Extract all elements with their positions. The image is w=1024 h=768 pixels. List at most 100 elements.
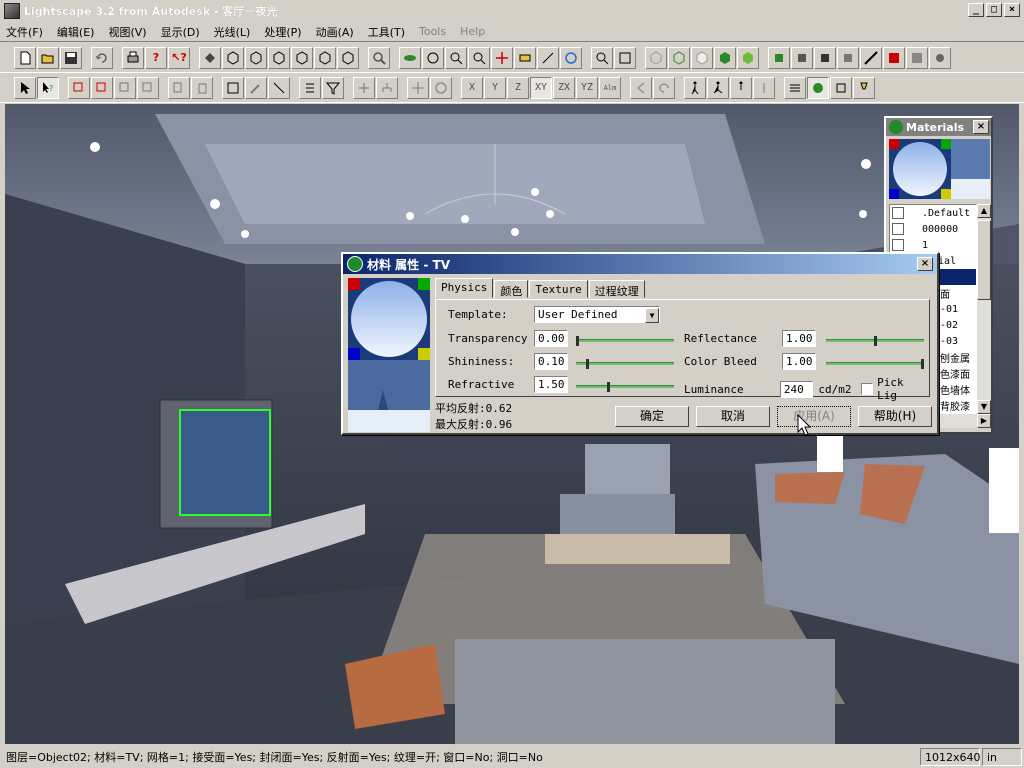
material-browser-button[interactable] [807,76,829,99]
luminance-input[interactable]: 240 [779,380,814,398]
layers-button[interactable] [768,46,790,69]
menu-file[interactable]: 文件(F) [6,24,43,40]
color-bleed-input[interactable]: 1.00 [782,353,816,370]
paste-button[interactable] [191,76,213,99]
chevron-down-icon[interactable]: ▼ [645,308,659,323]
tab-procedural-texture[interactable]: 过程纹理 [588,280,645,298]
menu-view[interactable]: 视图(V) [108,24,146,40]
menu-light[interactable]: 光线(L) [214,24,251,40]
materials-close-button[interactable]: × [973,120,989,134]
apply-button[interactable]: 应用(A) [777,406,851,427]
select-material-button[interactable] [137,76,159,99]
dialog-close-button[interactable]: × [917,257,933,271]
save-button[interactable] [60,46,82,69]
textured-button[interactable] [737,46,759,69]
zoom-in-button[interactable] [591,46,613,69]
help-button[interactable]: ? [145,46,167,69]
stand-mode-button[interactable] [753,76,775,99]
slider-thumb[interactable] [873,336,877,346]
minimize-button[interactable]: _ [968,3,984,17]
slider-thumb[interactable] [576,336,579,346]
walk-button[interactable] [514,46,536,69]
eye-button[interactable] [399,46,421,69]
step-mode-button[interactable] [730,76,752,99]
ok-button[interactable]: 确定 [615,406,689,427]
axis-x-button[interactable]: X [461,76,483,99]
menu-tools[interactable]: Tools [419,25,446,38]
scroll-thumb[interactable] [977,220,991,300]
hidden-line-button[interactable] [691,46,713,69]
select-button[interactable] [14,76,36,99]
shininess-slider[interactable] [576,359,674,369]
slider-thumb[interactable] [921,359,924,369]
open-file-button[interactable] [37,46,59,69]
refresh-button[interactable] [560,46,582,69]
move-button[interactable] [407,76,429,99]
layer-list-button[interactable] [784,76,806,99]
menu-help[interactable]: Help [460,25,485,38]
scroll-right-icon[interactable]: ▶ [977,414,991,428]
lights-button[interactable] [837,46,859,69]
plane-xy-button[interactable]: XY [530,76,552,99]
menu-animation[interactable]: 动画(A) [316,24,354,40]
materials-vertical-scrollbar[interactable]: ▲ ▼ [977,204,991,414]
pan-button[interactable] [491,46,513,69]
select-mesh-button[interactable] [91,76,113,99]
solid-button[interactable] [714,46,736,69]
menu-process[interactable]: 处理(P) [264,24,301,40]
cube-view-1-button[interactable] [222,46,244,69]
refractive-slider[interactable] [576,382,674,392]
zoom-button[interactable] [445,46,467,69]
measure-button[interactable] [860,46,882,69]
add-point-button[interactable] [353,76,375,99]
paint-button[interactable] [199,46,221,69]
back-button[interactable] [630,76,652,99]
run-mode-button[interactable] [707,76,729,99]
undo-button[interactable] [91,46,113,69]
block-browser-button[interactable] [830,76,852,99]
select-surface-button[interactable] [68,76,90,99]
plane-yz-button[interactable]: YZ [576,76,598,99]
tab-color[interactable]: 颜色 [494,280,529,298]
tab-texture[interactable]: Texture [529,280,588,298]
rotate-button[interactable] [430,76,452,99]
cube-view-4-button[interactable] [291,46,313,69]
light-browser-button[interactable] [853,76,875,99]
print-button[interactable] [122,46,144,69]
context-help-button[interactable]: ↖? [168,46,190,69]
cube-view-6-button[interactable] [337,46,359,69]
wireframe-button[interactable] [645,46,667,69]
cube-view-2-button[interactable] [245,46,267,69]
reflectance-input[interactable]: 1.00 [782,330,816,347]
list-item[interactable]: 000000 [890,221,976,237]
blocks-button[interactable] [791,46,813,69]
scroll-up-icon[interactable]: ▲ [977,204,991,218]
axis-z-button[interactable]: Z [507,76,529,99]
scroll-down-icon[interactable]: ▼ [977,400,991,414]
copy-button[interactable] [168,76,190,99]
transparency-input[interactable]: 0.00 [534,330,568,347]
select-box-button[interactable] [222,76,244,99]
menu-display[interactable]: 显示(D) [161,24,200,40]
materials-button[interactable] [814,46,836,69]
settings-button[interactable] [929,46,951,69]
cube-view-5-button[interactable] [314,46,336,69]
cube-view-3-button[interactable] [268,46,290,69]
tab-physics[interactable]: Physics [435,278,494,298]
new-file-button[interactable] [14,46,36,69]
pick-light-checkbox[interactable] [861,383,874,395]
list-item[interactable]: 1 [890,237,976,253]
redo-button[interactable] [653,76,675,99]
zoom-previous-button[interactable] [614,46,636,69]
reflectance-slider[interactable] [826,336,924,346]
properties-button[interactable] [299,76,321,99]
align-button[interactable]: Alm [599,76,621,99]
menu-tools-cn[interactable]: 工具(T) [368,24,405,40]
render-button[interactable] [883,46,905,69]
orbit-button[interactable] [422,46,444,69]
refractive-input[interactable]: 1.50 [534,376,568,393]
tree-button[interactable] [376,76,398,99]
query-select-button[interactable]: ? [37,76,59,99]
maximize-button[interactable]: □ [986,3,1002,17]
select-layer-button[interactable] [114,76,136,99]
